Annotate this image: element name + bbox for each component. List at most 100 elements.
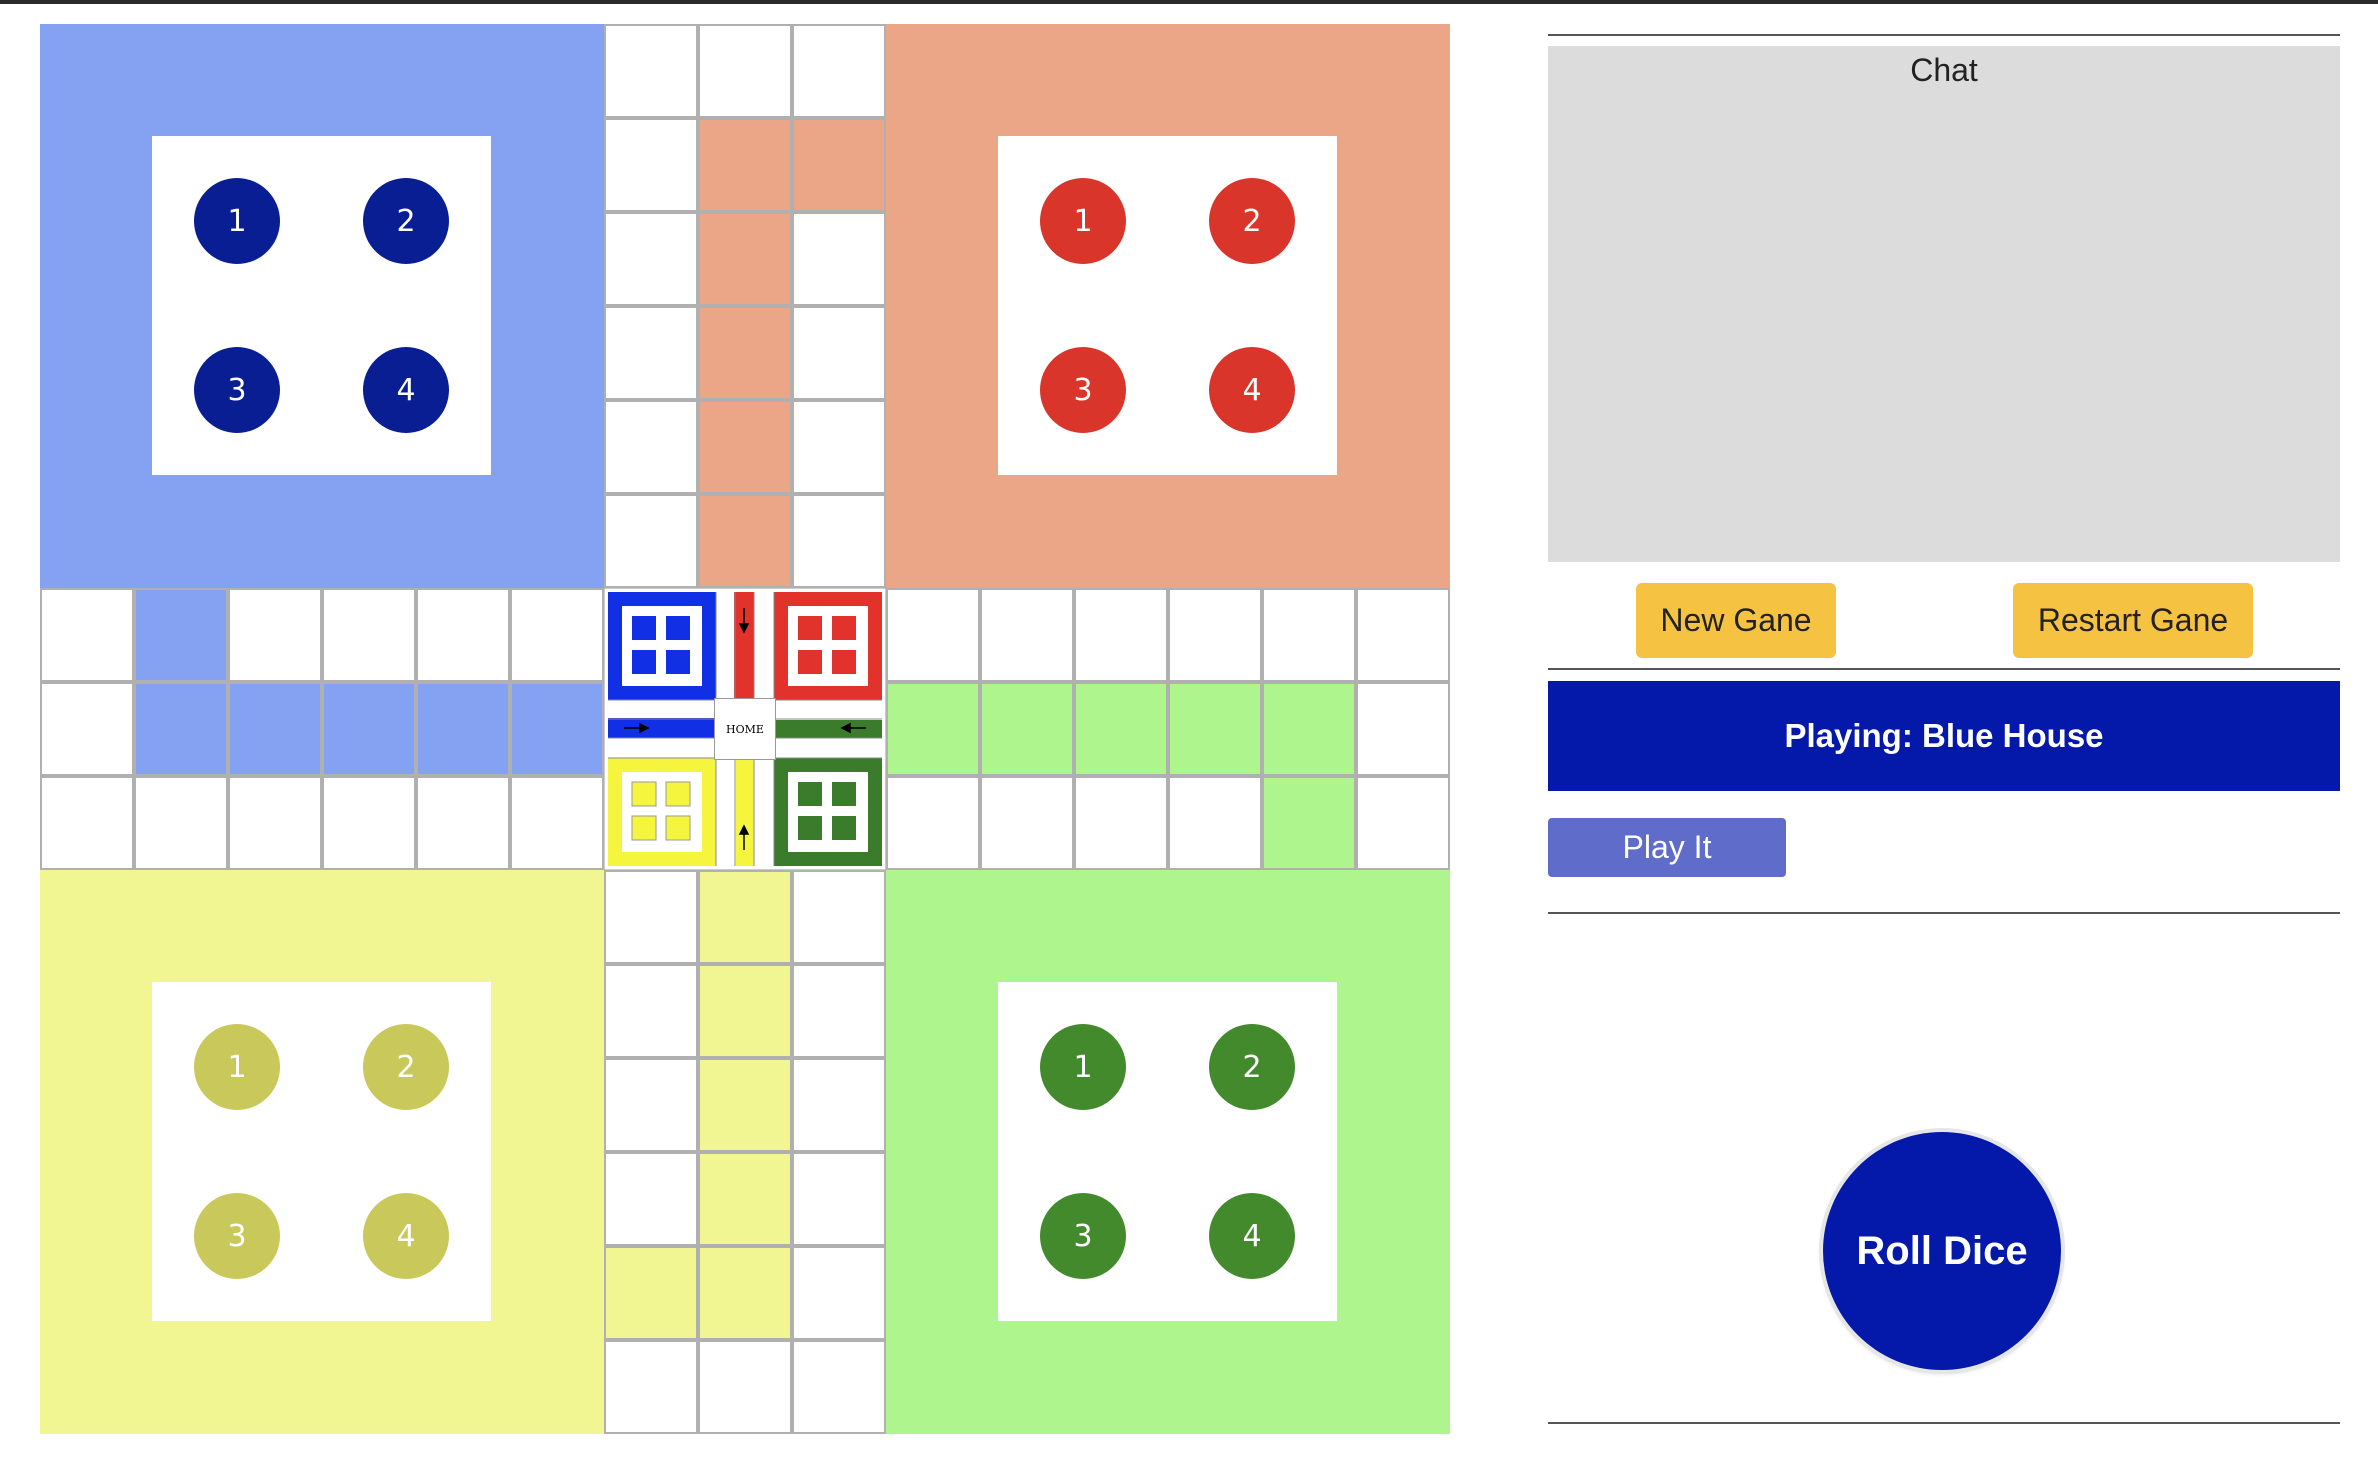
track-cell [698,24,792,118]
track-cell [792,1340,886,1434]
green-token-2[interactable]: 2 [1209,1024,1295,1110]
track-cell [698,212,792,306]
track-cell [416,776,510,870]
green-token-4[interactable]: 4 [1209,1193,1295,1279]
track-cell [792,212,886,306]
new-game-button[interactable]: New Gane [1636,583,1836,658]
green-house-yard: 1 2 3 4 [998,982,1337,1321]
track-cell [698,1058,792,1152]
track-cell [698,964,792,1058]
track-cell [416,682,510,776]
divider [1548,912,2340,914]
track-cell [322,588,416,682]
track-cell [792,306,886,400]
blue-token-3[interactable]: 3 [194,347,280,433]
track-cell [792,1152,886,1246]
yellow-token-4[interactable]: 4 [363,1193,449,1279]
red-token-2[interactable]: 2 [1209,178,1295,264]
track-cell [1262,682,1356,776]
track-cell [134,588,228,682]
track-cell [228,682,322,776]
track-cell [604,1340,698,1434]
track-cell [604,400,698,494]
track-cell [1074,776,1168,870]
yellow-house: 1 2 3 4 [40,870,604,1434]
track-cell [792,400,886,494]
track-cell [1356,776,1450,870]
track-cell [40,776,134,870]
track-cell [1168,682,1262,776]
track-cell [792,1058,886,1152]
restart-game-button[interactable]: Restart Gane [2013,583,2253,658]
divider [1548,1422,2340,1424]
track-cell [698,1152,792,1246]
track-cell [698,870,792,964]
track-cell [604,306,698,400]
track-cell [980,776,1074,870]
track-cell [134,776,228,870]
track-cell [1074,588,1168,682]
track-cell [792,964,886,1058]
red-token-4[interactable]: 4 [1209,347,1295,433]
red-token-3[interactable]: 3 [1040,347,1126,433]
home-center: HOME [604,588,886,870]
roll-dice-button[interactable]: Roll Dice [1823,1132,2061,1370]
track-cell [604,964,698,1058]
track-cell [698,306,792,400]
track-cell [792,870,886,964]
track-cell [604,1246,698,1340]
track-cell [1168,588,1262,682]
blue-token-4[interactable]: 4 [363,347,449,433]
control-panel: Chat New Gane Restart Gane Playing: Blue… [1548,0,2340,1478]
track-cell [980,682,1074,776]
track-cell [416,588,510,682]
blue-house: 1 2 3 4 [40,24,604,588]
track-cell [40,588,134,682]
red-house: 1 2 3 4 [886,24,1450,588]
track-cell [604,1152,698,1246]
track-cell [322,776,416,870]
track-cell [510,776,604,870]
track-cell [510,682,604,776]
track-cell [886,588,980,682]
track-cell [322,682,416,776]
playing-status: Playing: Blue House [1548,681,2340,791]
track-cell [980,588,1074,682]
track-cell [604,494,698,588]
track-cell [698,118,792,212]
green-token-1[interactable]: 1 [1040,1024,1126,1110]
divider [1548,34,2340,36]
yellow-token-1[interactable]: 1 [194,1024,280,1110]
track-cell [886,776,980,870]
blue-token-1[interactable]: 1 [194,178,280,264]
track-cell [40,682,134,776]
yellow-token-3[interactable]: 3 [194,1193,280,1279]
track-cell [792,24,886,118]
divider [1548,668,2340,670]
blue-token-2[interactable]: 2 [363,178,449,264]
green-house: 1 2 3 4 [886,870,1450,1434]
red-token-1[interactable]: 1 [1040,178,1126,264]
track-cell [792,494,886,588]
track-cell [604,870,698,964]
play-it-button[interactable]: Play It [1548,818,1786,877]
track-cell [886,682,980,776]
chat-box[interactable]: Chat [1548,46,2340,562]
track-cell [1356,682,1450,776]
track-cell [134,682,228,776]
track-cell [604,24,698,118]
track-cell [792,118,886,212]
ludo-board: 1 2 3 4 1 2 3 4 1 2 3 4 1 2 3 4 HOME [40,24,1451,1435]
green-token-3[interactable]: 3 [1040,1193,1126,1279]
track-cell [1262,588,1356,682]
home-label: HOME [714,698,776,760]
yellow-token-2[interactable]: 2 [363,1024,449,1110]
track-cell [1356,588,1450,682]
track-cell [698,1246,792,1340]
track-cell [228,776,322,870]
track-cell [228,588,322,682]
track-cell [1168,776,1262,870]
track-cell [698,494,792,588]
yellow-house-yard: 1 2 3 4 [152,982,491,1321]
track-cell [792,1246,886,1340]
